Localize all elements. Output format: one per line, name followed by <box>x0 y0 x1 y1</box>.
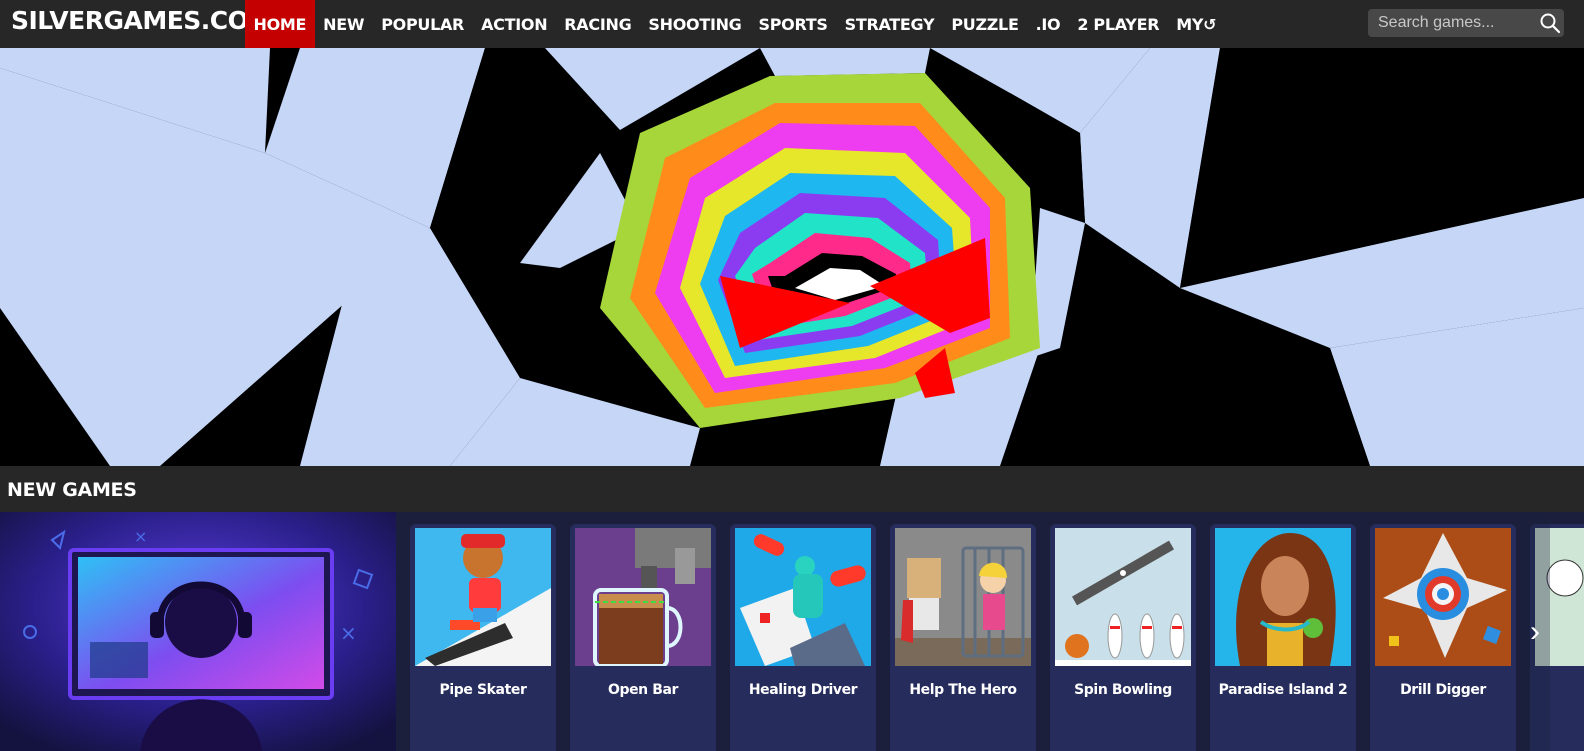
new-games-carousel: × × Pipe Skater Open Bar Healing Driver … <box>0 512 1584 751</box>
section-title[interactable]: NEW GAMES <box>7 479 137 501</box>
game-thumbnail <box>895 528 1031 666</box>
game-card-help-the-hero[interactable]: Help The Hero <box>890 524 1036 751</box>
game-card-spin-bowling[interactable]: Spin Bowling <box>1050 524 1196 751</box>
main-nav: HOME NEW POPULAR ACTION RACING SHOOTING … <box>245 0 1225 48</box>
game-title: Paradise Island 2 <box>1218 682 1348 698</box>
game-thumbnail <box>1215 528 1351 666</box>
game-title: Open Bar <box>607 682 679 698</box>
featured-game-banner[interactable] <box>0 48 1584 466</box>
game-card-pipe-skater[interactable]: Pipe Skater <box>410 524 556 751</box>
nav-item-home[interactable]: HOME <box>245 0 315 48</box>
top-navigation-bar: SILVERGAMES.COM HOME NEW POPULAR ACTION … <box>0 0 1584 48</box>
game-title: Drill Digger <box>1400 682 1486 698</box>
svg-text:×: × <box>134 527 147 546</box>
nav-item-my-games[interactable]: MY↺ <box>1168 0 1225 48</box>
new-games-header: NEW GAMES <box>0 466 1584 512</box>
game-title: Healing Driver <box>748 682 858 698</box>
game-card-paradise-island-2[interactable]: Paradise Island 2 <box>1210 524 1356 751</box>
nav-item-shooting[interactable]: SHOOTING <box>640 0 750 48</box>
nav-item-sports[interactable]: SPORTS <box>750 0 836 48</box>
search-input[interactable] <box>1368 9 1538 37</box>
nav-item-strategy[interactable]: STRATEGY <box>836 0 943 48</box>
game-title: Pipe Skater <box>439 682 527 698</box>
nav-item-2-player[interactable]: 2 PLAYER <box>1069 0 1168 48</box>
game-thumbnail <box>735 528 871 666</box>
site-logo[interactable]: SILVERGAMES.COM <box>11 6 273 35</box>
gamer-illustration: × × <box>0 512 396 751</box>
game-card-open-bar[interactable]: Open Bar <box>570 524 716 751</box>
search-icon[interactable] <box>1539 12 1561 34</box>
gamer-promo-image[interactable]: × × <box>0 512 396 751</box>
chevron-right-icon[interactable]: › <box>1520 512 1550 751</box>
game-title: Spin Bowling <box>1074 682 1172 698</box>
game-thumbnail <box>1375 528 1511 666</box>
search-box <box>1368 9 1564 37</box>
nav-item-racing[interactable]: RACING <box>556 0 640 48</box>
game-thumbnail <box>415 528 551 666</box>
game-card-drill-digger[interactable]: Drill Digger <box>1370 524 1516 751</box>
nav-item-puzzle[interactable]: PUZZLE <box>943 0 1027 48</box>
game-thumbnail <box>1055 528 1191 666</box>
nav-item-action[interactable]: ACTION <box>473 0 556 48</box>
tunnel-artwork <box>0 48 1584 466</box>
game-card-healing-driver[interactable]: Healing Driver <box>730 524 876 751</box>
game-thumbnail <box>575 528 711 666</box>
nav-item-io[interactable]: .IO <box>1027 0 1069 48</box>
svg-text:×: × <box>340 621 357 645</box>
game-title: Help The Hero <box>909 682 1017 698</box>
nav-item-popular[interactable]: POPULAR <box>373 0 473 48</box>
nav-item-new[interactable]: NEW <box>315 0 373 48</box>
